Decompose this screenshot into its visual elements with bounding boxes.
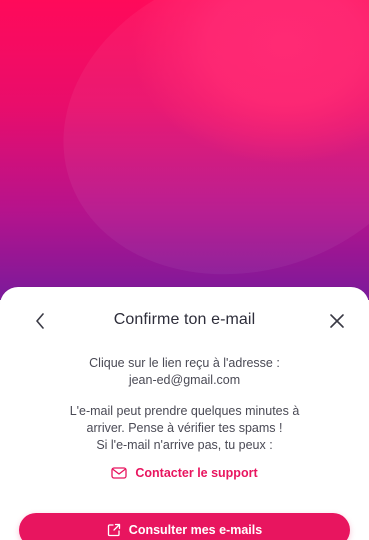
- open-email-app-label: Consulter mes e-mails: [128, 523, 263, 537]
- close-button[interactable]: [323, 307, 351, 335]
- spam-hint-line-2: arriver. Pense à vérifier tes spams !: [86, 421, 283, 435]
- email-confirmation-screen: Confirme ton e-mail Clique sur le lien r…: [0, 0, 369, 540]
- hero-gradient-background: [0, 0, 369, 322]
- contact-support-link[interactable]: Contacter le support: [0, 463, 369, 483]
- mail-icon: [111, 467, 128, 479]
- email-address: jean-ed@gmail.com: [128, 373, 241, 387]
- spam-hint-text: L'e-mail peut prendre quelques minutes à…: [20, 403, 349, 454]
- spam-hint-line-3: Si l'e-mail n'arrive pas, tu peux :: [96, 438, 273, 452]
- instruction-label: Clique sur le lien reçu à l'adresse :: [89, 356, 280, 370]
- open-email-app-button[interactable]: Consulter mes e-mails: [19, 513, 350, 540]
- close-icon: [330, 314, 344, 328]
- spam-hint-line-1: L'e-mail peut prendre quelques minutes à: [69, 404, 300, 418]
- contact-support-label: Contacter le support: [135, 466, 258, 480]
- external-link-icon: [107, 523, 120, 537]
- sheet-header: Confirme ton e-mail: [0, 307, 369, 335]
- confirm-email-bottom-sheet: Confirme ton e-mail Clique sur le lien r…: [0, 287, 369, 540]
- modal-title: Confirme ton e-mail: [113, 311, 256, 328]
- hero-swoosh-shape: [22, 0, 369, 322]
- email-instruction-text: Clique sur le lien reçu à l'adresse : je…: [20, 355, 349, 389]
